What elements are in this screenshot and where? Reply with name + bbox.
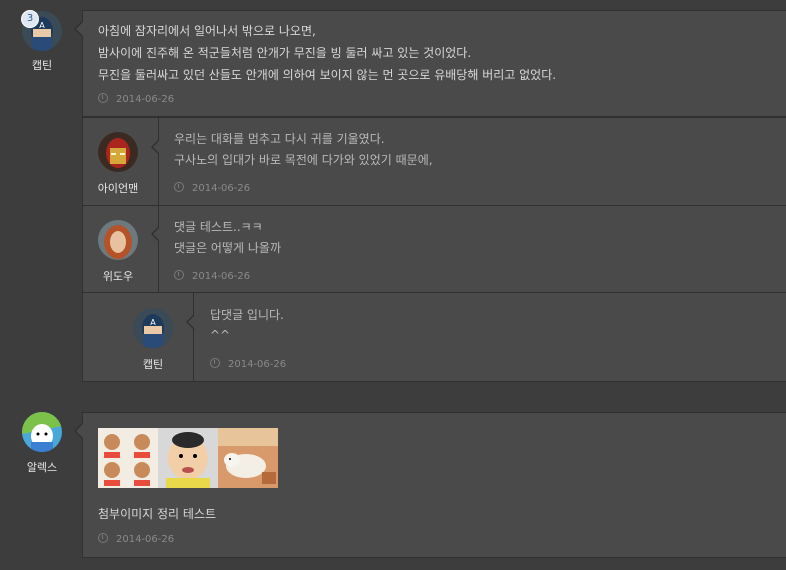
attachment-image[interactable] <box>218 428 278 488</box>
clock-icon <box>210 358 220 368</box>
clock-icon <box>98 93 108 103</box>
comment-text-line: 댓글 테스트..ㅋㅋ <box>174 220 263 234</box>
clock-icon <box>174 270 184 280</box>
comment-caret <box>153 227 160 241</box>
comment-caret <box>76 424 83 438</box>
reply-separator <box>82 292 786 293</box>
date-text: 2014-06-26 <box>116 534 175 545</box>
svg-text:A: A <box>150 318 156 327</box>
clock-icon <box>98 533 108 543</box>
comment-date: 2014-06-26 <box>174 182 250 194</box>
date-text: 2014-06-26 <box>116 94 175 105</box>
comment-text-line: 답댓글 입니다. <box>210 308 284 322</box>
comment-date: 2014-06-26 <box>174 270 250 282</box>
comment-caret <box>153 140 160 154</box>
author-name[interactable]: 알렉스 <box>7 459 77 475</box>
reply-divider <box>193 293 194 382</box>
finn-avatar-icon <box>22 412 62 452</box>
date-text: 2014-06-26 <box>192 271 251 282</box>
comment-date: 2014-06-26 <box>210 358 286 370</box>
author-name[interactable]: 캡틴 <box>118 356 188 372</box>
author-name[interactable]: 위도우 <box>83 268 153 284</box>
author-name[interactable]: 아이언맨 <box>83 180 153 196</box>
dog-image <box>218 428 278 488</box>
comment-caret <box>188 315 195 329</box>
baby-image <box>158 428 218 488</box>
comment-caret <box>76 22 83 36</box>
sticker-image <box>98 428 158 488</box>
author-name[interactable]: 캡틴 <box>7 57 77 73</box>
comment-text-line: 우리는 대화를 멈추고 다시 귀를 기울였다. <box>174 132 385 146</box>
comment-date: 2014-06-26 <box>98 93 174 105</box>
comment-date: 2014-06-26 <box>98 533 174 545</box>
widow-avatar-icon <box>98 220 138 260</box>
notification-badge: 3 <box>21 10 39 28</box>
comment-text-line: 댓글은 어떻게 나올까 <box>174 241 281 255</box>
attachment-image[interactable] <box>158 428 218 488</box>
avatar[interactable] <box>98 132 138 172</box>
avatar[interactable] <box>98 220 138 260</box>
date-text: 2014-06-26 <box>192 183 251 194</box>
ironman-avatar-icon <box>98 132 138 172</box>
comment-text-line: 아침에 잠자리에서 일어나서 밖으로 나오면, <box>98 24 316 38</box>
comment-text-line: 구사노의 입대가 바로 목전에 다가와 있었기 때문에, <box>174 153 433 167</box>
reply-separator <box>82 205 786 206</box>
comment-text-line: 무진을 둘러싸고 있던 산들도 안개에 의하여 보이지 않는 먼 곳으로 유배당… <box>98 68 557 82</box>
comment-text-line: ^^ <box>210 328 231 342</box>
date-text: 2014-06-26 <box>228 359 287 370</box>
avatar[interactable]: A <box>133 308 173 348</box>
clock-icon <box>174 182 184 192</box>
attachment-image[interactable] <box>98 428 158 488</box>
avatar[interactable] <box>22 412 62 452</box>
comment-text-line: 밤사이에 진주해 온 적군들처럼 안개가 무진을 빙 둘러 싸고 있는 것이었다… <box>98 46 472 60</box>
comment-text-line: 첨부이미지 정리 테스트 <box>98 507 217 521</box>
captain-avatar-icon: A <box>133 308 173 348</box>
svg-text:A: A <box>39 21 45 30</box>
